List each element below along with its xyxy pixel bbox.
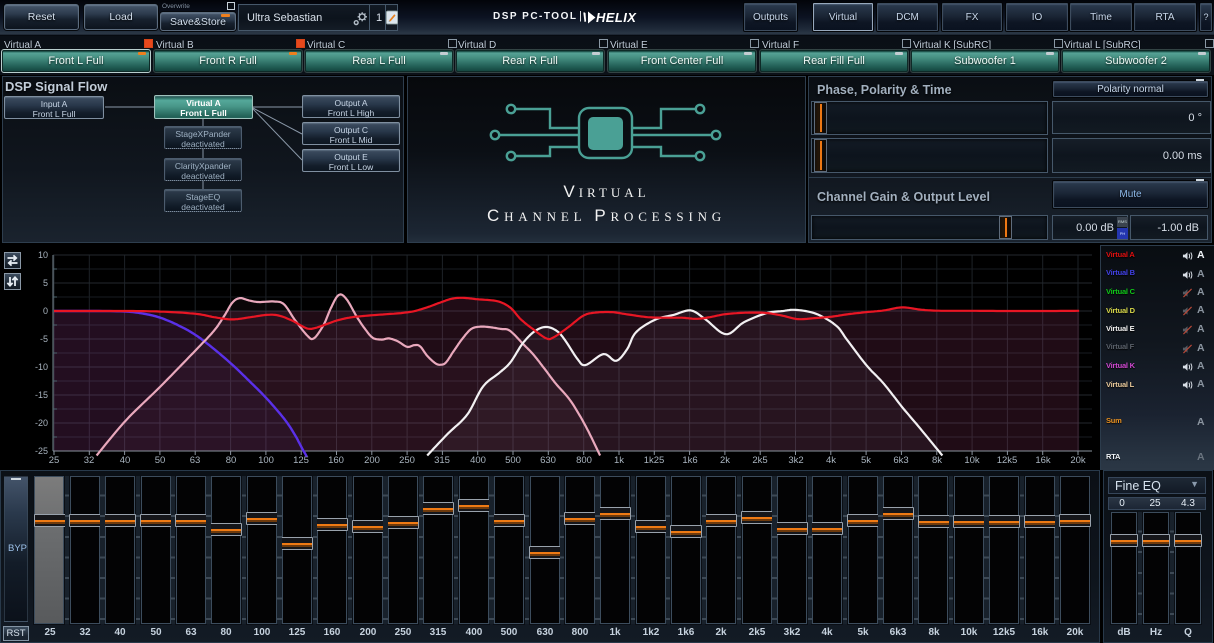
svg-text:HELIX: HELIX [596, 10, 637, 25]
